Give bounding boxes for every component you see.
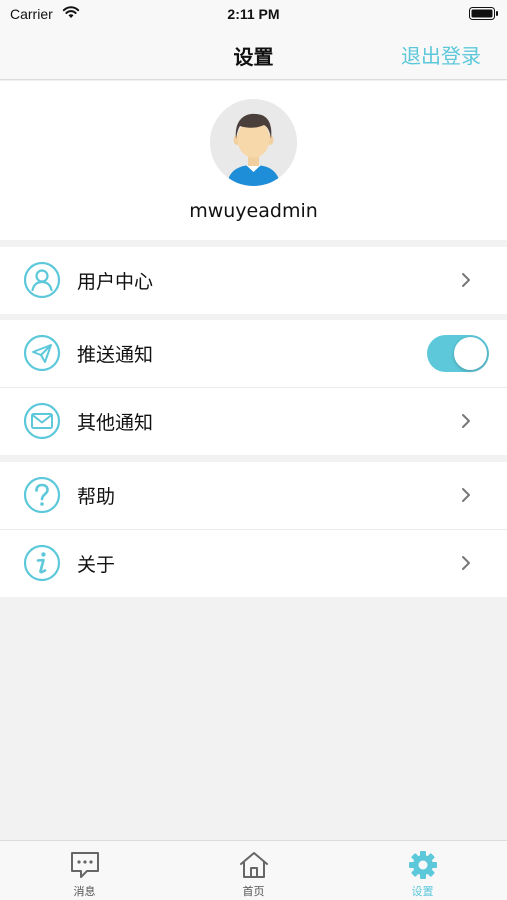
settings-row-label: 其他通知 (77, 412, 154, 434)
username: mwuyeadmin (189, 200, 318, 222)
status-time: 2:11 PM (227, 6, 280, 22)
settings-row-push-notifications: 推送通知 (0, 320, 507, 387)
profile-header: mwuyeadmin (0, 81, 507, 240)
settings-row-other-notifications[interactable]: 其他通知 (0, 388, 507, 455)
settings-row-help[interactable]: 帮助 (0, 462, 507, 529)
gear-icon (409, 851, 437, 879)
tab-label: 设置 (411, 885, 434, 898)
push-notifications-toggle[interactable] (427, 335, 489, 372)
settings-row-label: 用户中心 (77, 271, 154, 293)
envelope-icon (23, 402, 61, 440)
settings-row-label: 推送通知 (77, 344, 154, 366)
avatar[interactable] (210, 99, 297, 186)
logout-button[interactable]: 退出登录 (401, 40, 481, 69)
settings-row-label: 关于 (77, 554, 116, 576)
toggle-knob (454, 337, 487, 370)
user-avatar-icon (210, 99, 297, 186)
home-icon (240, 852, 268, 878)
paper-plane-icon (23, 334, 61, 372)
chevron-right-icon (462, 488, 470, 502)
chevron-right-icon (462, 273, 470, 287)
info-icon (23, 544, 61, 582)
settings-row-about[interactable]: 关于 (0, 530, 507, 597)
settings-row-label: 帮助 (77, 486, 116, 508)
question-icon (23, 476, 61, 514)
tab-home[interactable]: 首页 (169, 841, 338, 900)
chevron-right-icon (462, 556, 470, 570)
status-bar: Carrier 2:11 PM (0, 0, 507, 28)
settings-row-user-center[interactable]: 用户中心 (0, 247, 507, 314)
nav-bar: 设置 退出登录 (0, 28, 507, 80)
tab-settings[interactable]: 设置 (338, 841, 507, 900)
chevron-right-icon (462, 414, 470, 428)
battery-icon (469, 7, 498, 20)
message-icon (71, 852, 99, 878)
tab-messages[interactable]: 消息 (0, 841, 169, 900)
tab-bar: 消息 首页 设置 (0, 840, 507, 900)
tab-label: 消息 (73, 885, 96, 898)
user-circle-icon (23, 261, 61, 299)
tab-label: 首页 (242, 885, 265, 898)
